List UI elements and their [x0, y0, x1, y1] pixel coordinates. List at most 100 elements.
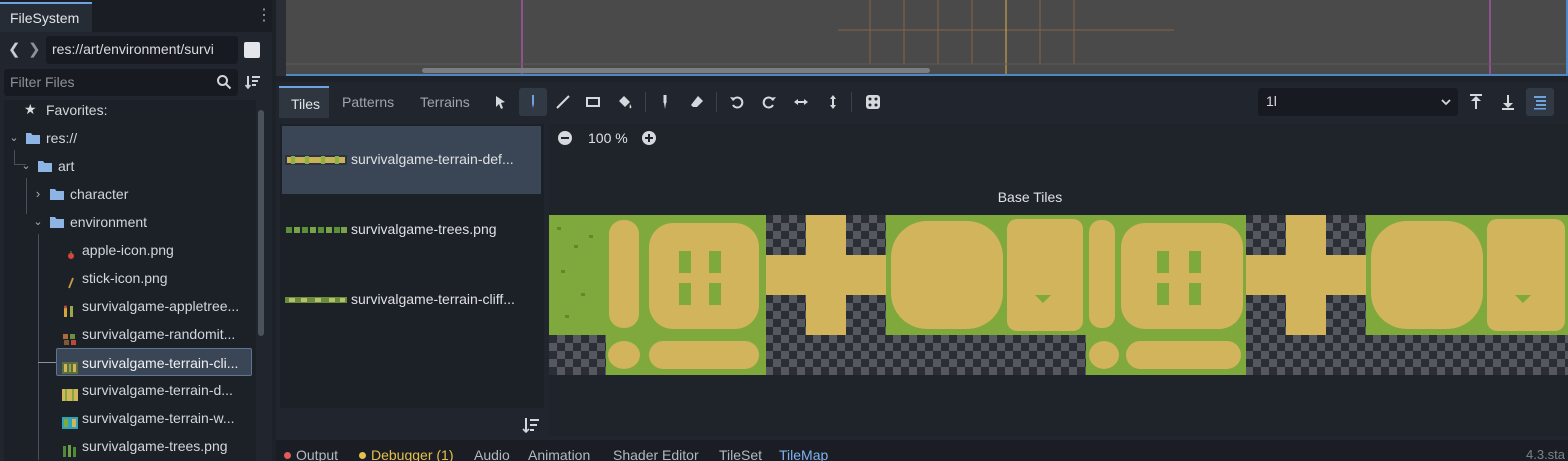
apple-icon — [64, 243, 78, 259]
warning-dot-icon — [359, 452, 366, 459]
tree-file-stick[interactable]: stick-icon.png — [56, 264, 256, 292]
folder-icon — [38, 161, 52, 172]
tree-item-environment[interactable]: ⌄ environment — [4, 208, 256, 236]
tree-item-character[interactable]: › character — [4, 180, 256, 208]
rotate-right-button[interactable] — [755, 88, 783, 116]
arrow-down-icon — [1502, 95, 1514, 110]
bucket-tool-button[interactable] — [611, 88, 639, 116]
path-field[interactable]: res://art/environment/survi — [46, 36, 238, 64]
zoom-out-icon[interactable] — [557, 130, 573, 146]
chevron-right-icon[interactable]: › — [32, 180, 44, 208]
zoom-level[interactable]: 100 % — [588, 130, 632, 146]
tab-output[interactable]: Output — [284, 447, 338, 461]
sort-icon[interactable] — [245, 74, 261, 90]
rotate-right-icon — [762, 96, 776, 109]
split-mode-icon[interactable] — [244, 42, 260, 58]
tab-shader-editor[interactable]: Shader Editor — [613, 447, 699, 461]
tree-item-art[interactable]: ⌄ art — [4, 152, 256, 180]
select-tool-button[interactable] — [487, 88, 515, 116]
tree-item-label: stick-icon.png — [82, 270, 168, 286]
rect-tool-button[interactable] — [579, 88, 607, 116]
viewport-scrollbar[interactable] — [422, 68, 930, 73]
filesystem-tab[interactable]: FileSystem — [0, 2, 92, 32]
viewport-ruler — [276, 0, 286, 76]
atlas-source-label: survivalgame-terrain-def... — [351, 151, 514, 167]
filter-files-input[interactable]: Filter Files — [4, 69, 238, 96]
terrain-cliff-thumbnail-icon — [285, 297, 347, 303]
search-icon[interactable] — [216, 74, 232, 90]
tree-file-appletree[interactable]: survivalgame-appletree... — [56, 292, 256, 320]
chevron-down-icon[interactable]: ⌄ — [20, 152, 32, 180]
arrow-up-icon — [1470, 94, 1482, 109]
flip-v-button[interactable] — [819, 88, 847, 116]
tab-tileset[interactable]: TileSet — [719, 447, 762, 461]
cursor-icon — [496, 96, 505, 109]
flip-vertical-icon — [830, 95, 836, 109]
toolbar-separator — [716, 92, 717, 112]
chevron-down-icon[interactable]: ⌄ — [32, 208, 44, 236]
rectangle-icon — [586, 97, 600, 107]
version-label: 4.3.sta — [1526, 447, 1566, 461]
tab-tilemap[interactable]: TileMap — [779, 447, 828, 461]
tab-terrains[interactable]: Terrains — [408, 86, 482, 118]
atlas-title: Base Tiles — [997, 189, 1063, 205]
terrain-default-thumbnail-icon — [285, 155, 347, 165]
viewport-grid — [278, 0, 1566, 74]
tree-file-apple[interactable]: apple-icon.png — [56, 236, 256, 264]
atlas-source-item[interactable]: survivalgame-terrain-cliff... — [282, 266, 541, 334]
layer-select[interactable]: 1l — [1258, 88, 1458, 116]
pencil-icon — [532, 95, 534, 108]
tree-file-terrain-cliff[interactable]: survivalgame-terrain-cli... — [56, 348, 252, 376]
chevron-down-icon[interactable]: ⌄ — [8, 124, 20, 152]
bucket-icon — [619, 96, 632, 109]
tab-tiles[interactable]: Tiles — [279, 86, 329, 118]
atlas-source-label: survivalgame-terrain-cliff... — [351, 291, 515, 307]
star-icon: ★ — [24, 101, 37, 117]
file-tree: ★ Favorites: ⌄ res:// ⌄ art › character … — [4, 100, 256, 461]
tree-item-label: apple-icon.png — [82, 242, 174, 258]
tab-label: Output — [296, 447, 339, 461]
sort-icon[interactable] — [522, 416, 540, 434]
line-tool-button[interactable] — [549, 88, 577, 116]
tree-file-randomitems[interactable]: survivalgame-randomit... — [56, 320, 256, 348]
tab-animation[interactable]: Animation — [528, 447, 590, 461]
tileset-atlas-texture[interactable] — [549, 215, 1568, 375]
tree-scrollbar[interactable] — [258, 110, 264, 336]
zoom-in-icon[interactable] — [641, 130, 657, 146]
forward-arrow-icon[interactable]: ❯ — [28, 40, 42, 60]
tree-item-label: survivalgame-terrain-cli... — [82, 355, 239, 371]
tab-debugger[interactable]: Debugger (1) — [359, 447, 454, 461]
next-layer-button[interactable] — [1494, 88, 1522, 116]
highlight-layer-button[interactable] — [1526, 88, 1554, 116]
chevron-down-icon[interactable] — [1440, 96, 1452, 108]
appletree-thumbnail-icon — [62, 299, 76, 317]
dock-menu-icon[interactable]: ⋮ — [256, 6, 272, 26]
layers-icon — [1534, 96, 1546, 110]
tab-patterns[interactable]: Patterns — [330, 86, 408, 118]
tree-file-trees[interactable]: survivalgame-trees.png — [56, 432, 256, 460]
tree-item-favorites[interactable]: ★ Favorites: — [4, 100, 256, 124]
eraser-tool-button[interactable] — [683, 88, 711, 116]
flip-h-button[interactable] — [787, 88, 815, 116]
eraser-icon — [691, 96, 703, 107]
picker-tool-button[interactable] — [651, 88, 679, 116]
trees-thumbnail-icon — [62, 439, 76, 457]
back-arrow-icon[interactable]: ❮ — [8, 40, 22, 60]
tree-item-label: Favorites: — [46, 102, 108, 118]
tree-item-label: res:// — [46, 130, 78, 146]
random-tile-button[interactable] — [859, 88, 887, 116]
tab-audio[interactable]: Audio — [474, 447, 510, 461]
atlas-source-item[interactable]: survivalgame-terrain-def... — [282, 126, 541, 194]
tree-item-label: survivalgame-randomit... — [82, 326, 236, 342]
tree-item-res[interactable]: ⌄ res:// — [4, 124, 256, 152]
viewport-2d[interactable] — [276, 0, 1568, 76]
line-icon — [556, 95, 570, 109]
paint-tool-button[interactable] — [519, 88, 547, 116]
rotate-left-button[interactable] — [723, 88, 751, 116]
tree-item-label: art — [58, 158, 75, 174]
atlas-source-item[interactable]: survivalgame-trees.png — [282, 196, 541, 264]
tree-file-terrain-water[interactable]: survivalgame-terrain-w... — [56, 404, 256, 432]
trees-thumbnail-icon — [286, 227, 347, 233]
previous-layer-button[interactable] — [1462, 88, 1490, 116]
tree-file-terrain-default[interactable]: survivalgame-terrain-d... — [56, 376, 256, 404]
